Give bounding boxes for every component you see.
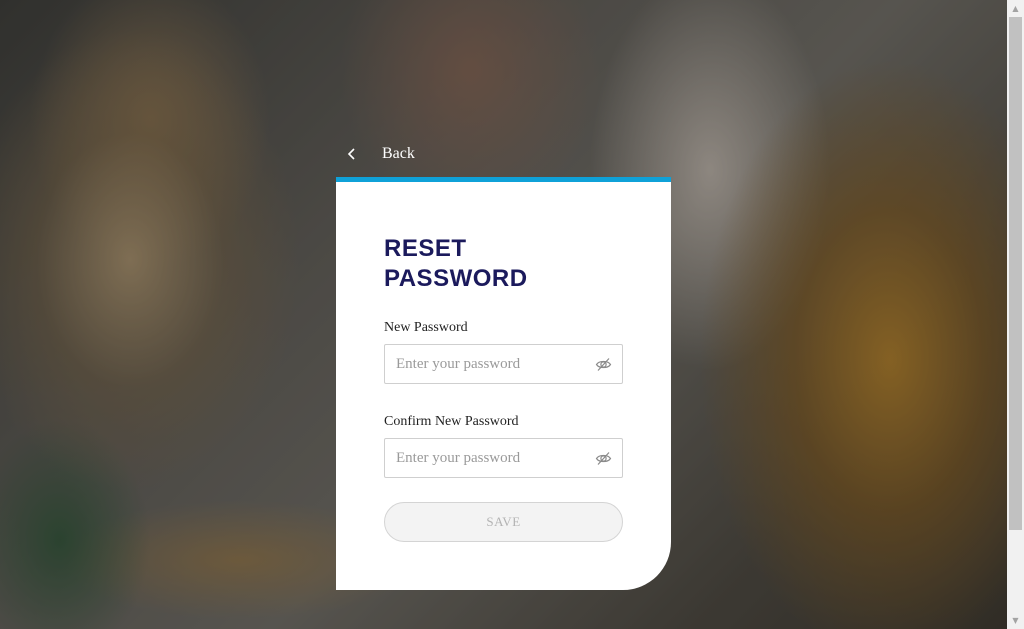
- triangle-down-icon[interactable]: ▼: [1007, 612, 1024, 629]
- back-link[interactable]: Back: [344, 140, 415, 168]
- page-title: RESET PASSWORD: [384, 234, 584, 294]
- new-password-field: [384, 344, 623, 384]
- confirm-password-label: Confirm New Password: [384, 414, 519, 429]
- save-button[interactable]: SAVE: [384, 502, 623, 542]
- triangle-up-icon[interactable]: ▲: [1007, 0, 1024, 17]
- scrollbar-thumb[interactable]: [1009, 17, 1022, 530]
- page-title-line-2: PASSWORD: [384, 265, 528, 292]
- chevron-left-icon: [344, 146, 360, 162]
- confirm-password-input[interactable]: [385, 439, 596, 477]
- page: Back RESET PASSWORD New Password Confirm…: [0, 0, 1024, 629]
- reset-password-card: RESET PASSWORD New Password Confirm New …: [336, 177, 671, 590]
- eye-off-icon[interactable]: [595, 356, 612, 373]
- new-password-label: New Password: [384, 320, 468, 335]
- new-password-input[interactable]: [385, 345, 596, 383]
- eye-off-icon[interactable]: [595, 450, 612, 467]
- back-label: Back: [382, 145, 415, 162]
- page-title-line-1: RESET: [384, 235, 467, 262]
- vertical-scrollbar[interactable]: ▲ ▼: [1007, 0, 1024, 629]
- confirm-password-field: [384, 438, 623, 478]
